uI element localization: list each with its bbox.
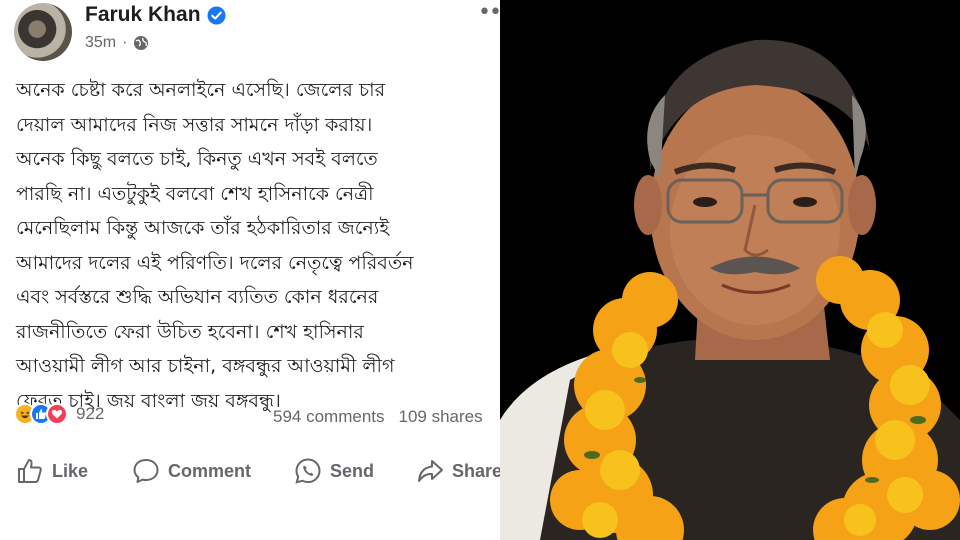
portrait-photo [500,0,960,540]
verified-badge-icon [207,5,226,25]
messenger-whatsapp-icon [295,458,321,484]
share-label: Share [452,460,500,481]
post-text-line: রাজনীতিতে ফেরা উচিত হবেনা। শেখ হাসিনার [16,320,364,343]
like-button[interactable]: Like [16,455,88,487]
post-text-line: মেনেছিলাম কিন্তু আজকে তাঁর হঠকারিতার জন্… [16,217,390,239]
action-bar: Like Comment Send Share [16,455,500,487]
comments-count[interactable]: 594 comments [273,407,385,427]
author-avatar[interactable] [14,3,72,61]
post-meta: 35m · [85,34,149,52]
post-timestamp[interactable]: 35m [85,34,116,52]
comment-bubble-icon [133,459,159,483]
post-text-line: পারছি না। এতটুকুই বলবো শেখ হাসিনাকে নেত্… [16,182,374,205]
love-emoji-icon [46,403,68,425]
engagement-stats: 594 comments 109 shares [273,407,483,427]
post-text: অনেক চেষ্টা করে অনলাইনে এসেছি। জেলের চার… [16,73,494,418]
post-text-line: অনেক কিছু বলতে চাই, কিনতু এখন সবই বলতে [16,148,378,170]
like-label: Like [52,460,89,481]
thumbs-up-icon [18,459,42,483]
post-text-line: এবং সর্বস্তরে শুদ্ধি অভিযান ব্যতিত কোন ধ… [16,286,379,308]
comment-label: Comment [168,460,252,481]
send-button[interactable]: Send [294,455,374,487]
facebook-post: Faruk Khan 35m · •• অনেক চেষ্টা করে অনলা… [0,0,500,540]
author-name-row: Faruk Khan [85,3,226,27]
reaction-count: 922 [76,404,105,423]
comment-button[interactable]: Comment [132,455,251,487]
post-text-line: অনেক চেষ্টা করে অনলাইনে এসেছি। জেলের চার [16,79,386,101]
share-button[interactable]: Share [416,455,500,487]
post-text-line: আমাদের দলের এই পরিণতি। দলের নেতৃত্বে পরি… [16,251,414,274]
post-text-line: আওয়ামী লীগ আর চাইনা, বঙ্গবন্ধুর আওয়ামী… [16,355,395,377]
reactions-summary[interactable]: 922 [14,403,104,425]
post-text-line: দেয়াল আমাদের নিজ সত্তার সামনে দাঁড়া কর… [16,113,373,136]
portrait-image [500,0,960,540]
share-arrow-icon [418,460,443,482]
author-name[interactable]: Faruk Khan [85,3,201,27]
more-options-icon[interactable]: •• [478,0,500,25]
send-label: Send [330,460,375,481]
globe-icon [134,36,149,50]
shares-count[interactable]: 109 shares [399,407,483,427]
